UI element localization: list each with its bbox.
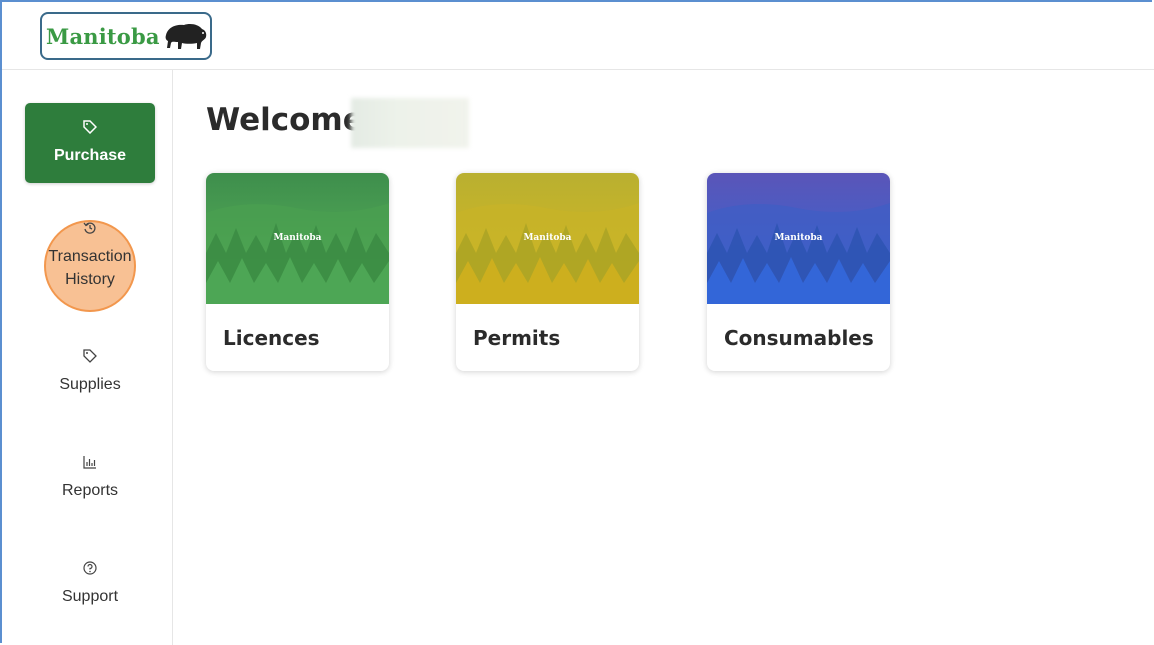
card-title: Licences	[223, 326, 320, 350]
card-title: Permits	[473, 326, 561, 350]
redacted-user-name	[351, 98, 469, 148]
sidebar-item-label: Support	[61, 587, 119, 605]
sidebar-item-purchase[interactable]: Purchase	[25, 103, 155, 183]
card-logo-text: Manitoba	[774, 233, 823, 243]
manitoba-logo[interactable]: Manitoba	[40, 12, 212, 60]
card-consumables[interactable]: Manitoba Consumables	[707, 173, 890, 371]
sidebar-item-supplies[interactable]: Supplies	[25, 332, 155, 412]
sidebar-item-label: Purchase	[53, 146, 127, 164]
bar-chart-icon	[83, 455, 97, 471]
page-title: Welcome	[206, 102, 364, 138]
sidebar-item-label: Transaction History	[48, 248, 132, 288]
sidebar: Purchase Transaction History Supplies Re…	[2, 70, 173, 645]
forest-banner-image: Manitoba	[456, 173, 639, 304]
bison-icon	[165, 24, 206, 49]
card-logo-text: Manitoba	[523, 233, 572, 243]
top-header: Manitoba	[2, 2, 1154, 70]
forest-banner-image: Manitoba	[206, 173, 389, 304]
sidebar-item-label: Reports	[61, 481, 119, 499]
history-icon	[83, 221, 97, 237]
card-permits[interactable]: Manitoba Permits	[456, 173, 639, 371]
card-licences[interactable]: Manitoba Licences	[206, 173, 389, 371]
card-title: Consumables	[724, 326, 874, 350]
tag-icon	[83, 348, 97, 365]
logo-text: Manitoba	[46, 23, 160, 49]
sidebar-item-support[interactable]: Support	[25, 544, 155, 624]
sidebar-item-reports[interactable]: Reports	[25, 438, 155, 518]
tag-icon	[83, 119, 98, 136]
card-logo-text: Manitoba	[273, 233, 322, 243]
sidebar-item-label: Supplies	[59, 375, 121, 393]
main-content: Welcome Manitoba Licences Manitoba Permi…	[173, 70, 1154, 645]
help-icon	[83, 560, 97, 577]
forest-banner-image: Manitoba	[707, 173, 890, 304]
sidebar-item-transaction-history[interactable]: Transaction History	[25, 216, 155, 296]
